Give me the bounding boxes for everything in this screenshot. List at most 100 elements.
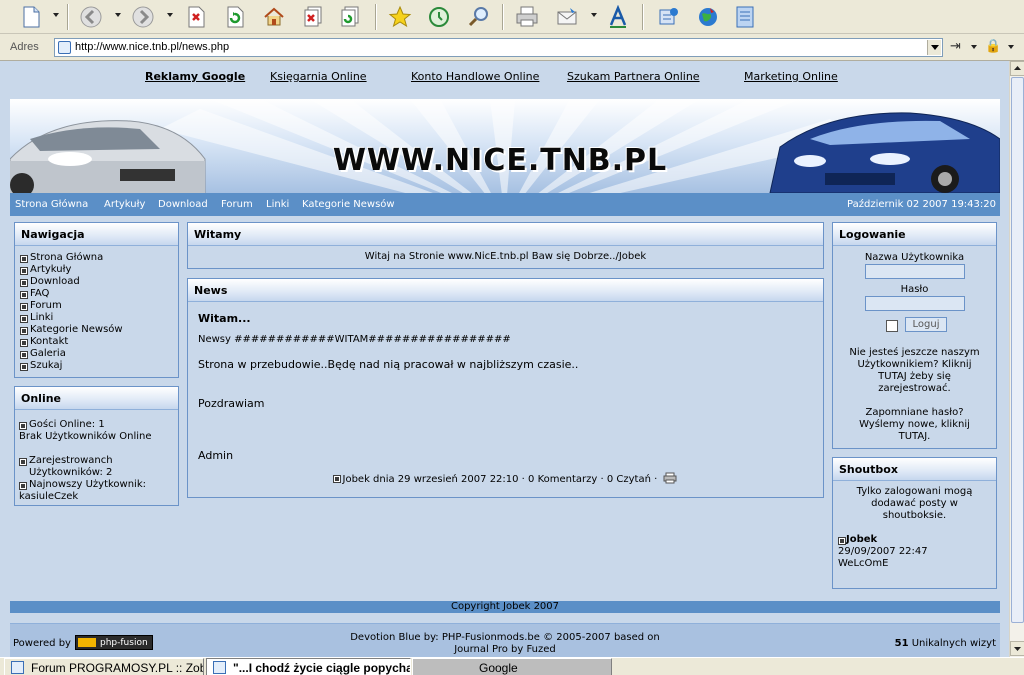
theme-credits-line1: Devotion Blue by: PHP-Fusionmods.be © 20… [350, 632, 660, 643]
print-icon[interactable] [514, 4, 540, 30]
nav-link-szukaj[interactable]: Szukaj [20, 360, 173, 372]
shout-author[interactable]: Jobek [838, 534, 991, 546]
guests-online: Gości Online: 1 [19, 419, 173, 431]
mail-icon[interactable] [554, 4, 580, 30]
visits-count: 51 [894, 638, 909, 649]
forward-icon[interactable] [130, 4, 156, 30]
security-lock-icon[interactable]: 🔒 [985, 39, 1001, 54]
taskbar-item-label: "...I chodź życie ciągle popycha [233, 661, 411, 675]
link-reklamy-google[interactable]: Reklamy Google [145, 70, 245, 83]
refresh-icon[interactable] [222, 4, 248, 30]
powered-by-label: Powered by [13, 638, 71, 649]
back-dropdown-icon[interactable] [115, 13, 121, 17]
nav-link-artykuly[interactable]: Artykuły [20, 264, 173, 276]
banner-title: WWW.NICE.TNB.PL [332, 143, 668, 178]
vertical-scrollbar[interactable] [1009, 61, 1024, 657]
nav-link-kategorie[interactable]: Kategorie Newsów [20, 324, 173, 336]
online-body: Gości Online: 1 Brak Użytkowników Online… [15, 410, 178, 508]
navigation-list: Strona Główna Artykuły Download FAQ Foru… [15, 246, 178, 377]
news-meta-text[interactable]: Jobek dnia 29 wrzesień 2007 22:10 · 0 Ko… [343, 474, 658, 485]
forward-dropdown-icon[interactable] [167, 13, 173, 17]
link-ksiegarnia[interactable]: Księgarnia Online [270, 70, 367, 83]
close-tab-icon[interactable] [301, 4, 327, 30]
new-page-dropdown-icon[interactable] [53, 13, 59, 17]
notes-icon[interactable] [732, 4, 758, 30]
blue-car-illustration [769, 112, 1000, 193]
shout-date: 29/09/2007 22:47 [838, 546, 928, 557]
scroll-up-button[interactable] [1010, 61, 1024, 76]
register-text[interactable]: Nie jesteś jeszcze naszym Użytkownikiem?… [838, 347, 991, 395]
news-line-admin: Admin [198, 449, 234, 462]
mail-dropdown-icon[interactable] [591, 13, 597, 17]
shoutbox-post: Jobek 29/09/2007 22:47 WeLcOmE [838, 534, 991, 570]
favorites-icon[interactable] [387, 4, 413, 30]
ie-page-icon [213, 661, 226, 674]
theme-credits-line2: Journal Pro by Fuzed [454, 644, 556, 655]
url-input[interactable]: http://www.nice.tnb.pl/news.php [54, 38, 943, 57]
theme-credits: Devotion Blue by: PHP-Fusionmods.be © 20… [310, 632, 700, 656]
refresh-all-icon[interactable] [338, 4, 364, 30]
scroll-down-button[interactable] [1010, 641, 1024, 656]
nav-link-galeria[interactable]: Galeria [20, 348, 173, 360]
nav-kategorie-newsow[interactable]: Kategorie Newsów [302, 199, 395, 210]
sponsored-links: Reklamy Google Księgarnia Online Konto H… [0, 70, 1009, 86]
scroll-thumb[interactable] [1011, 77, 1024, 623]
forgot-password-text[interactable]: Zapomniane hasło? Wyślemy nowe, kliknij … [838, 407, 991, 443]
toolbar-separator [375, 4, 377, 30]
site-banner: WWW.NICE.TNB.PL [10, 99, 1000, 193]
welcome-title: Witamy [188, 223, 823, 246]
online-title: Online [15, 387, 178, 410]
back-icon[interactable] [78, 4, 104, 30]
link-konto-handlowe[interactable]: Konto Handlowe Online [411, 70, 539, 83]
taskbar-item-active[interactable]: "...I chodź życie ciągle popycha [206, 658, 411, 675]
search-icon[interactable] [466, 4, 492, 30]
news-meta-bullet-icon [332, 475, 341, 483]
news-line-newsy: Newsy ############WITAM################# [198, 334, 511, 345]
address-bar: Adres http://www.nice.tnb.pl/news.php ⇥ … [0, 34, 1024, 61]
new-page-icon[interactable] [18, 4, 44, 30]
visits-label: Unikalnych wizyt [911, 638, 996, 649]
globe-icon[interactable] [695, 4, 721, 30]
nav-download[interactable]: Download [158, 199, 208, 210]
go-arrow-icon[interactable]: ⇥ [950, 39, 961, 54]
navigation-panel: Nawigacja Strona Główna Artykuły Downloa… [14, 222, 179, 378]
nav-forum[interactable]: Forum [221, 199, 253, 210]
home-icon[interactable] [261, 4, 287, 30]
history-icon[interactable] [426, 4, 452, 30]
lock-dropdown-icon[interactable] [1008, 45, 1014, 49]
go-dropdown-icon[interactable] [971, 45, 977, 49]
nav-link-kontakt[interactable]: Kontakt [20, 336, 173, 348]
newest-user[interactable]: kasiuleCzek [19, 491, 173, 503]
taskbar-blank-icon [419, 661, 432, 674]
nav-link-linki[interactable]: Linki [20, 312, 173, 324]
nav-link-faq[interactable]: FAQ [20, 288, 173, 300]
url-dropdown-icon[interactable] [927, 40, 941, 55]
password-input[interactable] [864, 296, 965, 311]
main-nav: Strona Główna Artykuły Download Forum Li… [10, 193, 1000, 216]
fonts-icon[interactable] [605, 4, 631, 30]
nav-link-download[interactable]: Download [20, 276, 173, 288]
link-marketing[interactable]: Marketing Online [744, 70, 838, 83]
news-item-title: Witam... [198, 312, 251, 325]
page-icon [58, 41, 71, 54]
login-controls: Loguj [838, 317, 991, 333]
taskbar-item-label: Google [479, 661, 518, 675]
link-szukam-partnera[interactable]: Szukam Partnera Online [567, 70, 700, 83]
nav-strona-glowna[interactable]: Strona Główna [15, 199, 88, 210]
stop-icon[interactable] [183, 4, 209, 30]
nav-link-strona-glowna[interactable]: Strona Główna [20, 252, 173, 264]
remember-me-checkbox[interactable] [886, 320, 898, 332]
nav-linki[interactable]: Linki [266, 199, 289, 210]
url-text: http://www.nice.tnb.pl/news.php [75, 41, 230, 53]
taskbar-item-forum[interactable]: Forum PROGRAMOSY.PL :: Zobacz [4, 658, 204, 675]
login-button[interactable]: Loguj [905, 317, 947, 332]
nav-artykuly[interactable]: Artykuły [104, 199, 145, 210]
php-fusion-logo[interactable]: php-fusion [75, 635, 153, 650]
tools-icon[interactable] [656, 4, 682, 30]
nav-link-forum[interactable]: Forum [20, 300, 173, 312]
username-input[interactable] [864, 264, 965, 279]
shoutbox-info: Tylko zalogowani mogą dodawać posty w sh… [856, 486, 973, 521]
print-news-icon[interactable] [663, 472, 677, 484]
taskbar-item-google[interactable]: Google [412, 658, 612, 675]
welcome-text: Witaj na Stronie www.NicE.tnb.pl Baw się… [364, 251, 647, 262]
